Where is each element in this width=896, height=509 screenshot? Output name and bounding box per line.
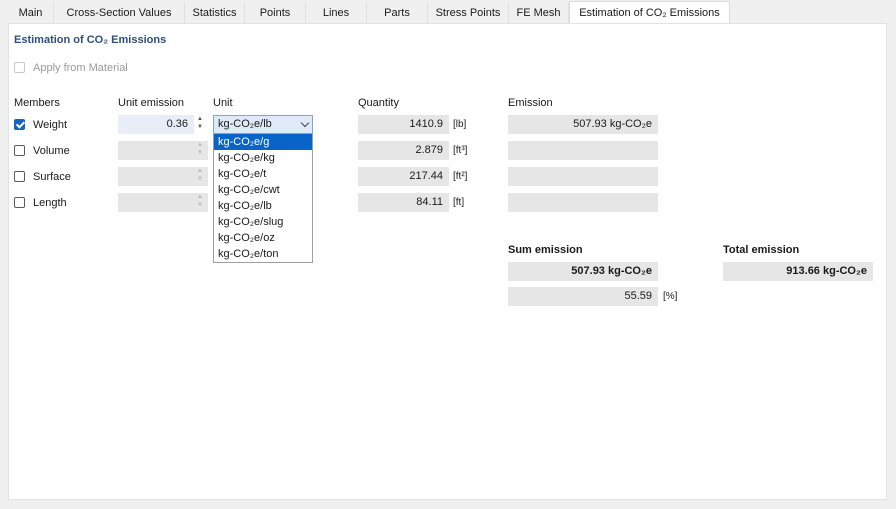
tab-points[interactable]: Points	[245, 2, 306, 24]
unit-option[interactable]: kg-CO₂e/kg	[214, 150, 312, 166]
surface-emission-value	[508, 167, 658, 186]
apply-from-material-label: Apply from Material	[33, 62, 128, 74]
weight-unit-selected-value: kg-CO₂e/lb	[218, 118, 272, 130]
tab-lines[interactable]: Lines	[306, 2, 367, 24]
sum-emission-label: Sum emission	[508, 244, 583, 256]
length-unit-emission-spinner[interactable]: ▲ ▼	[195, 193, 205, 212]
tab-main[interactable]: Main	[8, 2, 54, 24]
weight-unit-select[interactable]: kg-CO₂e/lb	[213, 115, 313, 134]
sum-emission-value: 507.93 kg-CO₂e	[508, 262, 658, 281]
members-header: Members	[14, 97, 60, 109]
weight-quantity-value: 1410.9	[358, 115, 449, 134]
tab-estimation-co2-emissions[interactable]: Estimation of CO₂ Emissions	[569, 1, 730, 24]
volume-label: Volume	[33, 145, 70, 157]
tab-bar: Main Cross-Section Values Statistics Poi…	[0, 0, 896, 24]
weight-label: Weight	[33, 119, 68, 131]
weight-unit-emission-spinner[interactable]: ▲ ▼	[195, 115, 205, 134]
unit-option[interactable]: kg-CO₂e/t	[214, 166, 312, 182]
length-checkbox[interactable]	[14, 197, 25, 208]
total-emission-value: 913.66 kg-CO₂e	[723, 262, 873, 281]
volume-quantity-unit: [ft³]	[453, 145, 468, 156]
surface-unit-emission-spinner[interactable]: ▲ ▼	[195, 167, 205, 186]
surface-label: Surface	[33, 171, 71, 183]
length-emission-value	[508, 193, 658, 212]
weight-checkbox[interactable]	[14, 119, 25, 130]
weight-unit-emission-input[interactable]: 0.36	[118, 115, 194, 134]
tab-statistics[interactable]: Statistics	[185, 2, 245, 24]
unit-option[interactable]: kg-CO₂e/slug	[214, 214, 312, 230]
length-quantity-value: 84.11	[358, 193, 449, 212]
quantity-header: Quantity	[358, 97, 399, 109]
tab-parts[interactable]: Parts	[367, 2, 428, 24]
unit-dropdown-list: kg-CO₂e/g kg-CO₂e/kg kg-CO₂e/t kg-CO₂e/c…	[213, 133, 313, 263]
unit-option[interactable]: kg-CO₂e/ton	[214, 246, 312, 262]
total-emission-label: Total emission	[723, 244, 800, 256]
unit-emission-header: Unit emission	[118, 97, 185, 109]
volume-unit-emission-spinner[interactable]: ▲ ▼	[195, 141, 205, 160]
unit-option[interactable]: kg-CO₂e/oz	[214, 230, 312, 246]
tab-cross-section-values[interactable]: Cross-Section Values	[54, 2, 185, 24]
sum-emission-percent-value: 55.59	[508, 287, 658, 306]
unit-option[interactable]: kg-CO₂e/lb	[214, 198, 312, 214]
volume-emission-value	[508, 141, 658, 160]
surface-checkbox[interactable]	[14, 171, 25, 182]
unit-option[interactable]: kg-CO₂e/cwt	[214, 182, 312, 198]
emission-header: Emission	[508, 97, 553, 109]
tab-stress-points[interactable]: Stress Points	[428, 2, 509, 24]
weight-emission-value: 507.93 kg-CO₂e	[508, 115, 658, 134]
surface-quantity-unit: [ft²]	[453, 171, 468, 182]
section-title: Estimation of CO₂ Emissions	[14, 34, 167, 46]
tab-fe-mesh[interactable]: FE Mesh	[509, 2, 569, 24]
volume-checkbox[interactable]	[14, 145, 25, 156]
length-quantity-unit: [ft]	[453, 197, 465, 208]
unit-option[interactable]: kg-CO₂e/g	[214, 134, 312, 150]
apply-from-material-checkbox[interactable]	[14, 62, 25, 73]
unit-header: Unit	[213, 97, 233, 109]
length-label: Length	[33, 197, 67, 209]
weight-quantity-unit: [lb]	[453, 119, 467, 130]
chevron-down-icon	[300, 118, 310, 128]
sum-emission-percent-unit: [%]	[663, 291, 678, 302]
volume-quantity-value: 2.879	[358, 141, 449, 160]
surface-quantity-value: 217.44	[358, 167, 449, 186]
